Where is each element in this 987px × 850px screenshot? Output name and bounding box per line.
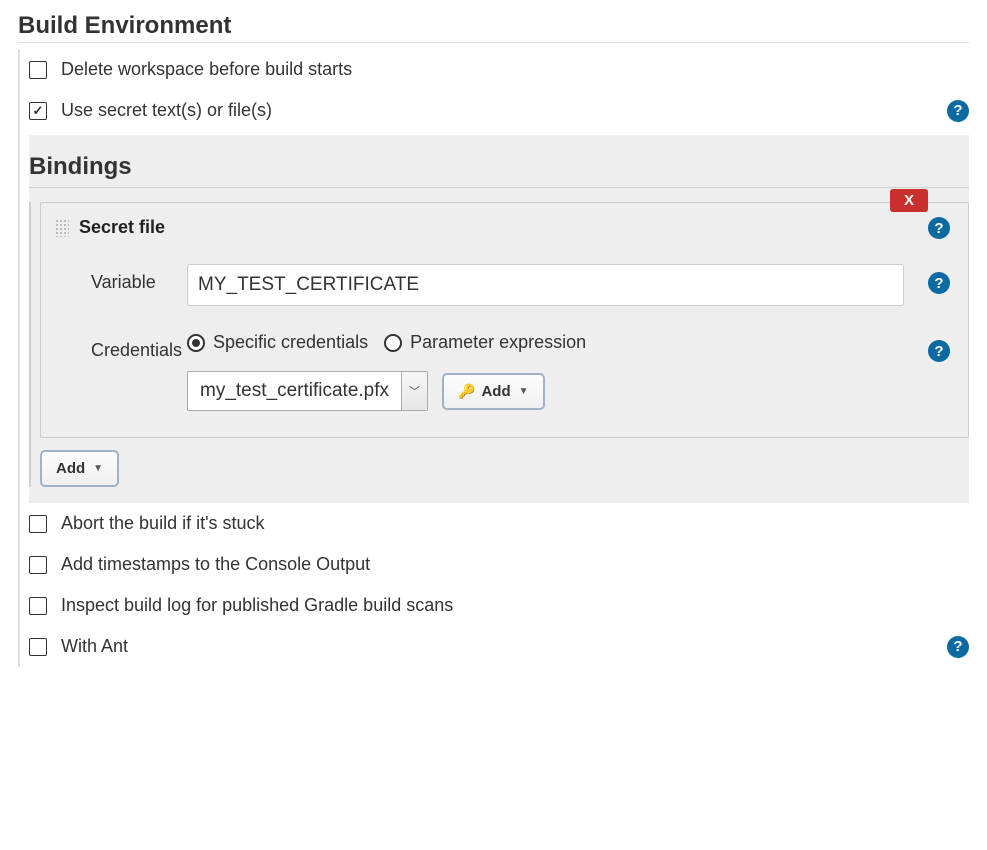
binding-title: Secret file <box>79 217 165 238</box>
section-heading-bindings: Bindings <box>29 153 969 188</box>
checkbox-row-abort-stuck: Abort the build if it's stuck <box>29 503 969 544</box>
chevron-down-icon[interactable]: ﹀ <box>401 372 427 410</box>
radio-parameter-expression[interactable] <box>384 334 402 352</box>
checkbox-label: Inspect build log for published Gradle b… <box>61 595 453 616</box>
checkbox-label: With Ant <box>61 636 128 657</box>
checkbox-row-gradle-scans: Inspect build log for published Gradle b… <box>29 585 969 626</box>
drag-handle-icon[interactable] <box>55 219 69 237</box>
key-icon: 🔑 <box>458 383 475 400</box>
help-icon[interactable]: ? <box>928 217 950 239</box>
caret-down-icon: ▼ <box>519 386 529 397</box>
checkbox-label: Delete workspace before build starts <box>61 59 352 80</box>
help-icon[interactable]: ? <box>928 272 950 294</box>
credential-select-value: my_test_certificate.pfx <box>188 372 401 410</box>
checkbox-row-with-ant: With Ant ? <box>29 626 969 667</box>
add-credential-button[interactable]: 🔑 Add ▼ <box>442 373 545 410</box>
bindings-panel: Bindings X Secret file ? Variable <box>29 135 969 503</box>
add-credential-label: Add <box>481 383 510 400</box>
binding-card-secret-file: X Secret file ? Variable ? <box>40 202 969 438</box>
checkbox-row-delete-workspace: Delete workspace before build starts <box>29 49 969 90</box>
variable-input[interactable] <box>187 264 904 306</box>
radio-label: Specific credentials <box>213 332 368 353</box>
help-icon[interactable]: ? <box>947 100 969 122</box>
checkbox-delete-workspace[interactable] <box>29 61 47 79</box>
add-binding-label: Add <box>56 460 85 477</box>
caret-down-icon: ▼ <box>93 463 103 474</box>
checkbox-abort-stuck[interactable] <box>29 515 47 533</box>
form-row-credentials: Credentials Specific credentials Paramet… <box>55 332 950 411</box>
form-row-variable: Variable ? <box>55 264 950 306</box>
checkbox-label: Abort the build if it's stuck <box>61 513 265 534</box>
delete-binding-button[interactable]: X <box>890 189 928 212</box>
checkbox-gradle-scans[interactable] <box>29 597 47 615</box>
variable-label: Variable <box>55 264 187 293</box>
checkbox-timestamps[interactable] <box>29 556 47 574</box>
add-binding-button[interactable]: Add ▼ <box>40 450 119 487</box>
checkbox-with-ant[interactable] <box>29 638 47 656</box>
credentials-label: Credentials <box>55 332 187 361</box>
checkbox-row-use-secrets: Use secret text(s) or file(s) ? <box>29 90 969 131</box>
checkbox-label: Use secret text(s) or file(s) <box>61 100 272 121</box>
help-icon[interactable]: ? <box>928 340 950 362</box>
checkbox-use-secrets[interactable] <box>29 102 47 120</box>
radio-specific-credentials[interactable] <box>187 334 205 352</box>
section-heading-build-environment: Build Environment <box>18 12 969 43</box>
checkbox-label: Add timestamps to the Console Output <box>61 554 370 575</box>
help-icon[interactable]: ? <box>947 636 969 658</box>
radio-label: Parameter expression <box>410 332 586 353</box>
credential-select[interactable]: my_test_certificate.pfx ﹀ <box>187 371 428 411</box>
checkbox-row-timestamps: Add timestamps to the Console Output <box>29 544 969 585</box>
